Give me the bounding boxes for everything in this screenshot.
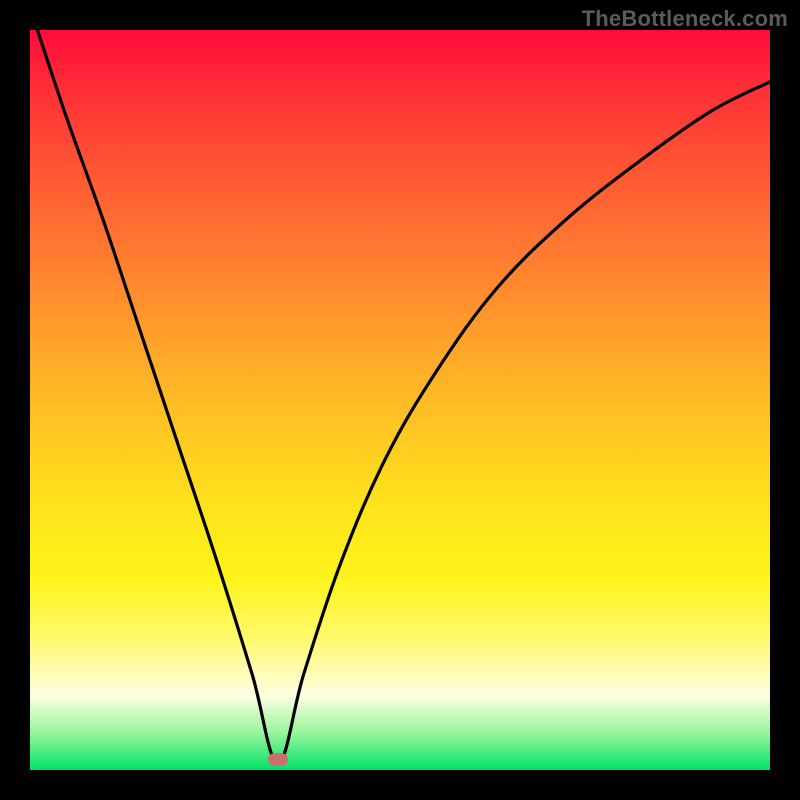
minimum-marker (268, 753, 288, 766)
chart-frame: TheBottleneck.com (0, 0, 800, 800)
watermark-label: TheBottleneck.com (582, 6, 788, 32)
bottleneck-curve (30, 30, 770, 770)
